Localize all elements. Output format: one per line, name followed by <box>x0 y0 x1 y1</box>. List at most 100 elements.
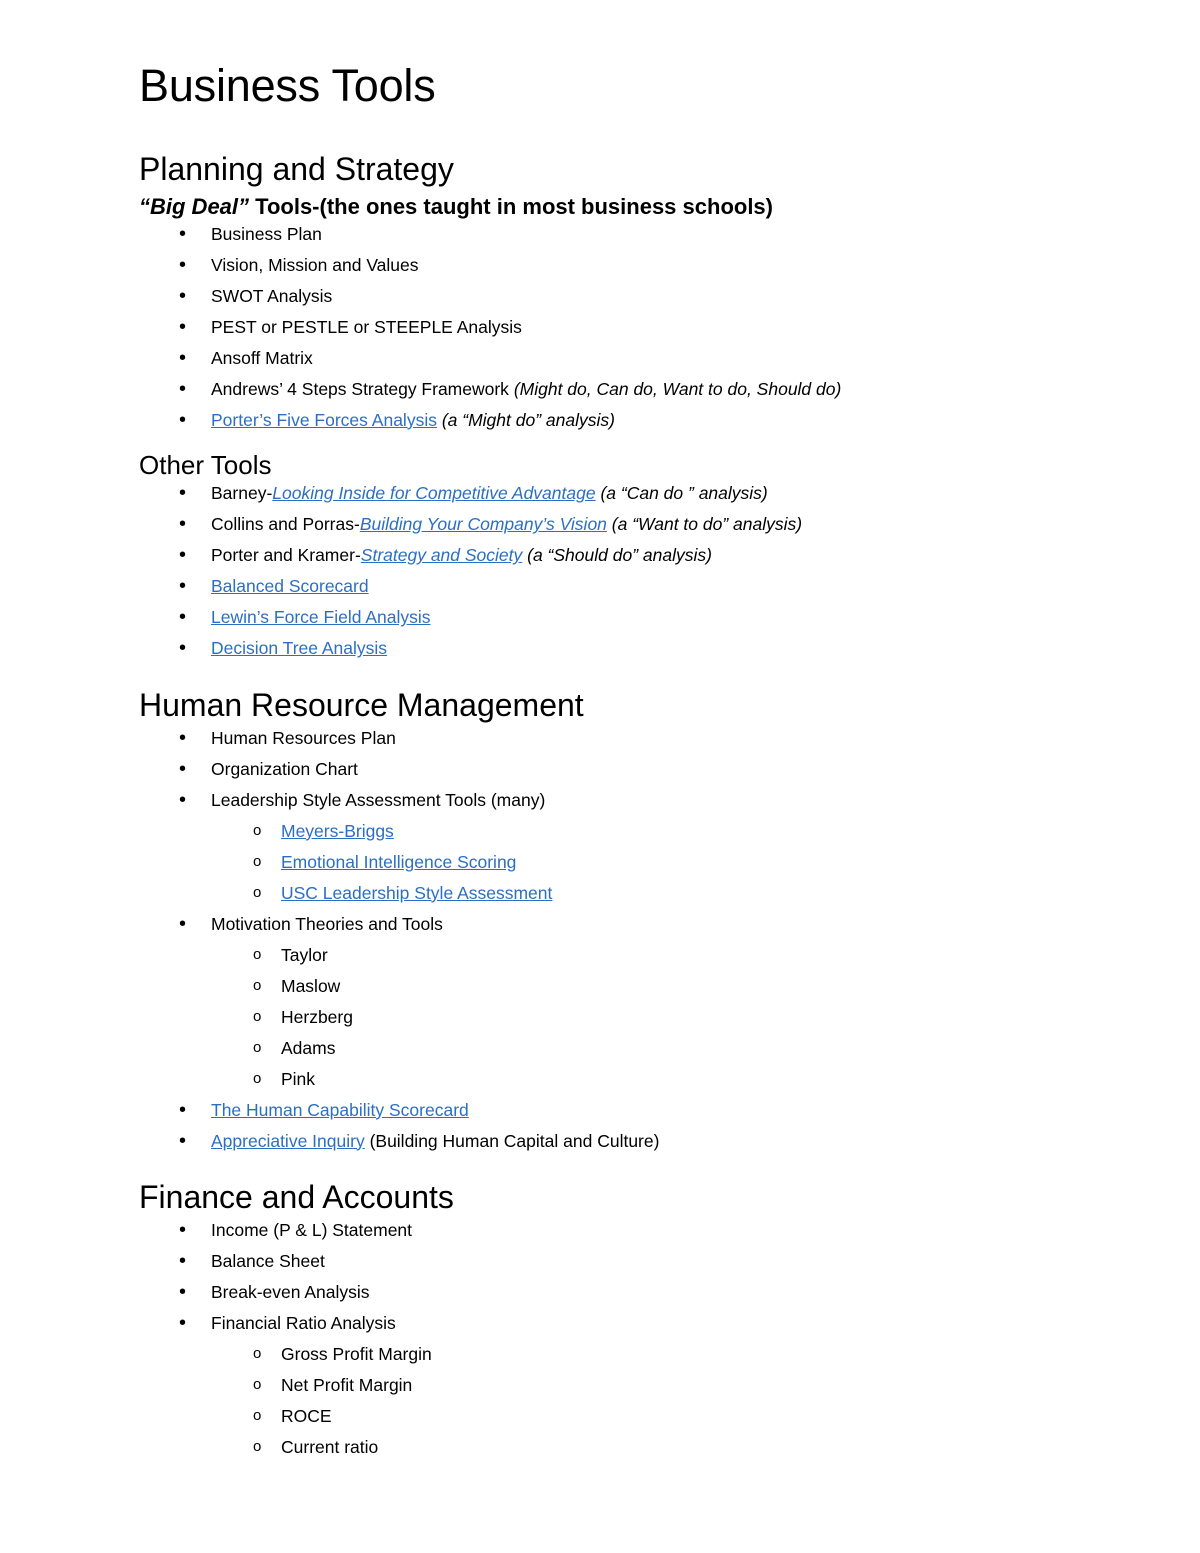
document-page: Business Tools Planning and Strategy “Bi… <box>0 0 1200 1553</box>
item-text: Net Profit Margin <box>281 1374 413 1395</box>
item-text: Financial Ratio Analysis <box>211 1312 396 1333</box>
item-note: (a “Should do” analysis) <box>522 545 712 566</box>
heading-finance-and-accounts: Finance and Accounts <box>139 1179 454 1216</box>
item-note: (a “Can do ” analysis) <box>595 483 768 504</box>
big-deal-rest: Tools-(the ones taught in most business … <box>249 193 773 219</box>
list-item: ROCE <box>211 1405 1070 1426</box>
list-item: Net Profit Margin <box>211 1374 1070 1395</box>
item-text: Income (P & L) Statement <box>211 1219 413 1240</box>
link-the-human-capability-scorecard[interactable]: The Human Capability Scorecard <box>211 1100 469 1120</box>
list-item: Vision, Mission and Values <box>139 254 1070 275</box>
item-text: Maslow <box>281 975 341 996</box>
list-item: Appreciative Inquiry (Building Human Cap… <box>139 1130 1070 1151</box>
item-prefix: Collins and Porras- <box>211 514 360 535</box>
list-item: Decision Tree Analysis <box>139 638 1070 658</box>
list-finance-and-accounts: Income (P & L) Statement Balance Sheet B… <box>139 1219 1070 1457</box>
link-looking-inside-for-competitive-advantage[interactable]: Looking Inside for Competitive Advantage <box>272 483 595 503</box>
item-text: Organization Chart <box>211 758 358 779</box>
list-item: The Human Capability Scorecard <box>139 1100 1070 1120</box>
item-prefix: Barney- <box>211 483 273 504</box>
list-item: Balance Sheet <box>139 1250 1070 1271</box>
item-text: Human Resources Plan <box>211 727 396 748</box>
list-item: Meyers-Briggs <box>211 821 1070 841</box>
list-item: Gross Profit Margin <box>211 1343 1070 1364</box>
sublist-motivation-theories-and-tools: Taylor Maslow Herzberg Adams Pink <box>211 944 1070 1089</box>
link-meyers-briggs[interactable]: Meyers-Briggs <box>281 821 394 841</box>
sublist-leadership-style-assessment-tools: Meyers-Briggs Emotional Intelligence Sco… <box>211 821 1070 903</box>
item-text: Gross Profit Margin <box>281 1343 432 1364</box>
item-text: PEST or PESTLE or STEEPLE Analysis <box>211 316 522 337</box>
list-item: Break-even Analysis <box>139 1281 1070 1302</box>
section-planning-and-strategy: Planning and Strategy “Big Deal” Tools-(… <box>139 150 1070 658</box>
item-text: Taylor <box>281 944 328 965</box>
list-item: Maslow <box>211 975 1070 996</box>
item-text: Andrews’ 4 Steps Strategy Framework <box>211 378 514 399</box>
subheading-big-deal-tools: “Big Deal” Tools-(the ones taught in mos… <box>139 194 1070 220</box>
list-item: SWOT Analysis <box>139 285 1070 306</box>
list-item: Human Resources Plan <box>139 727 1070 748</box>
link-porters-five-forces-analysis[interactable]: Porter’s Five Forces Analysis <box>211 410 437 430</box>
sublist-financial-ratio-analysis: Gross Profit Margin Net Profit Margin RO… <box>211 1343 1070 1457</box>
list-item: Motivation Theories and Tools Taylor Mas… <box>139 913 1070 1089</box>
item-text: Ansoff Matrix <box>211 347 313 368</box>
list-item: USC Leadership Style Assessment <box>211 883 1070 903</box>
item-text: SWOT Analysis <box>211 285 333 306</box>
list-item: Emotional Intelligence Scoring <box>211 852 1070 872</box>
page-title: Business Tools <box>139 60 436 111</box>
item-text: Current ratio <box>281 1436 379 1457</box>
item-text: Business Plan <box>211 223 322 244</box>
list-item: Barney-Looking Inside for Competitive Ad… <box>139 483 1070 504</box>
list-item: Organization Chart <box>139 758 1070 779</box>
item-prefix: Porter and Kramer- <box>211 545 361 566</box>
list-item: Collins and Porras-Building Your Company… <box>139 514 1070 535</box>
item-text: Break-even Analysis <box>211 1281 370 1302</box>
item-text: Motivation Theories and Tools <box>211 913 443 934</box>
item-note: (a “Might do” analysis) <box>436 409 615 430</box>
item-text: Leadership Style Assessment Tools (many) <box>211 789 546 810</box>
list-item: Herzberg <box>211 1006 1070 1027</box>
link-lewins-force-field-analysis[interactable]: Lewin’s Force Field Analysis <box>211 607 431 627</box>
item-note: (Building Human Capital and Culture) <box>364 1130 660 1151</box>
list-item: Income (P & L) Statement <box>139 1219 1070 1240</box>
list-item: Business Plan <box>139 223 1070 244</box>
list-item: Current ratio <box>211 1436 1070 1457</box>
list-item: Andrews’ 4 Steps Strategy Framework (Mig… <box>139 378 1070 399</box>
list-item: Adams <box>211 1037 1070 1058</box>
section-finance-and-accounts: Finance and Accounts Income (P & L) Stat… <box>139 1179 1070 1457</box>
list-item: Lewin’s Force Field Analysis <box>139 607 1070 627</box>
section-human-resource-management: Human Resource Management Human Resource… <box>139 686 1070 1151</box>
link-appreciative-inquiry[interactable]: Appreciative Inquiry <box>211 1131 365 1151</box>
item-text: Herzberg <box>281 1006 353 1027</box>
link-decision-tree-analysis[interactable]: Decision Tree Analysis <box>211 638 387 658</box>
list-item: PEST or PESTLE or STEEPLE Analysis <box>139 316 1070 337</box>
list-item: Taylor <box>211 944 1070 965</box>
list-item: Porter’s Five Forces Analysis (a “Might … <box>139 409 1070 430</box>
link-strategy-and-society[interactable]: Strategy and Society <box>361 545 522 565</box>
list-human-resource-management: Human Resources Plan Organization Chart … <box>139 727 1070 1151</box>
link-usc-leadership-style-assessment[interactable]: USC Leadership Style Assessment <box>281 883 552 903</box>
heading-planning-and-strategy: Planning and Strategy <box>139 150 454 187</box>
list-item: Financial Ratio Analysis Gross Profit Ma… <box>139 1312 1070 1457</box>
heading-human-resource-management: Human Resource Management <box>139 686 584 723</box>
item-text: Adams <box>281 1037 336 1058</box>
item-text: ROCE <box>281 1405 332 1426</box>
list-item: Balanced Scorecard <box>139 576 1070 596</box>
list-item: Porter and Kramer-Strategy and Society (… <box>139 545 1070 566</box>
list-other-tools: Barney-Looking Inside for Competitive Ad… <box>139 483 1070 658</box>
list-planning-and-strategy: Business Plan Vision, Mission and Values… <box>139 223 1070 430</box>
list-item: Pink <box>211 1068 1070 1089</box>
item-note: (Might do, Can do, Want to do, Should do… <box>513 378 842 399</box>
heading-other-tools: Other Tools <box>139 450 272 481</box>
link-emotional-intelligence-scoring[interactable]: Emotional Intelligence Scoring <box>281 852 516 872</box>
link-building-your-companys-vision[interactable]: Building Your Company’s Vision <box>360 514 607 534</box>
list-item: Leadership Style Assessment Tools (many)… <box>139 789 1070 903</box>
list-item: Ansoff Matrix <box>139 347 1070 368</box>
item-text: Vision, Mission and Values <box>211 254 419 275</box>
link-balanced-scorecard[interactable]: Balanced Scorecard <box>211 576 369 596</box>
item-text: Balance Sheet <box>211 1250 325 1271</box>
big-deal-emphasis: “Big Deal” <box>139 193 250 219</box>
item-text: Pink <box>281 1068 316 1089</box>
